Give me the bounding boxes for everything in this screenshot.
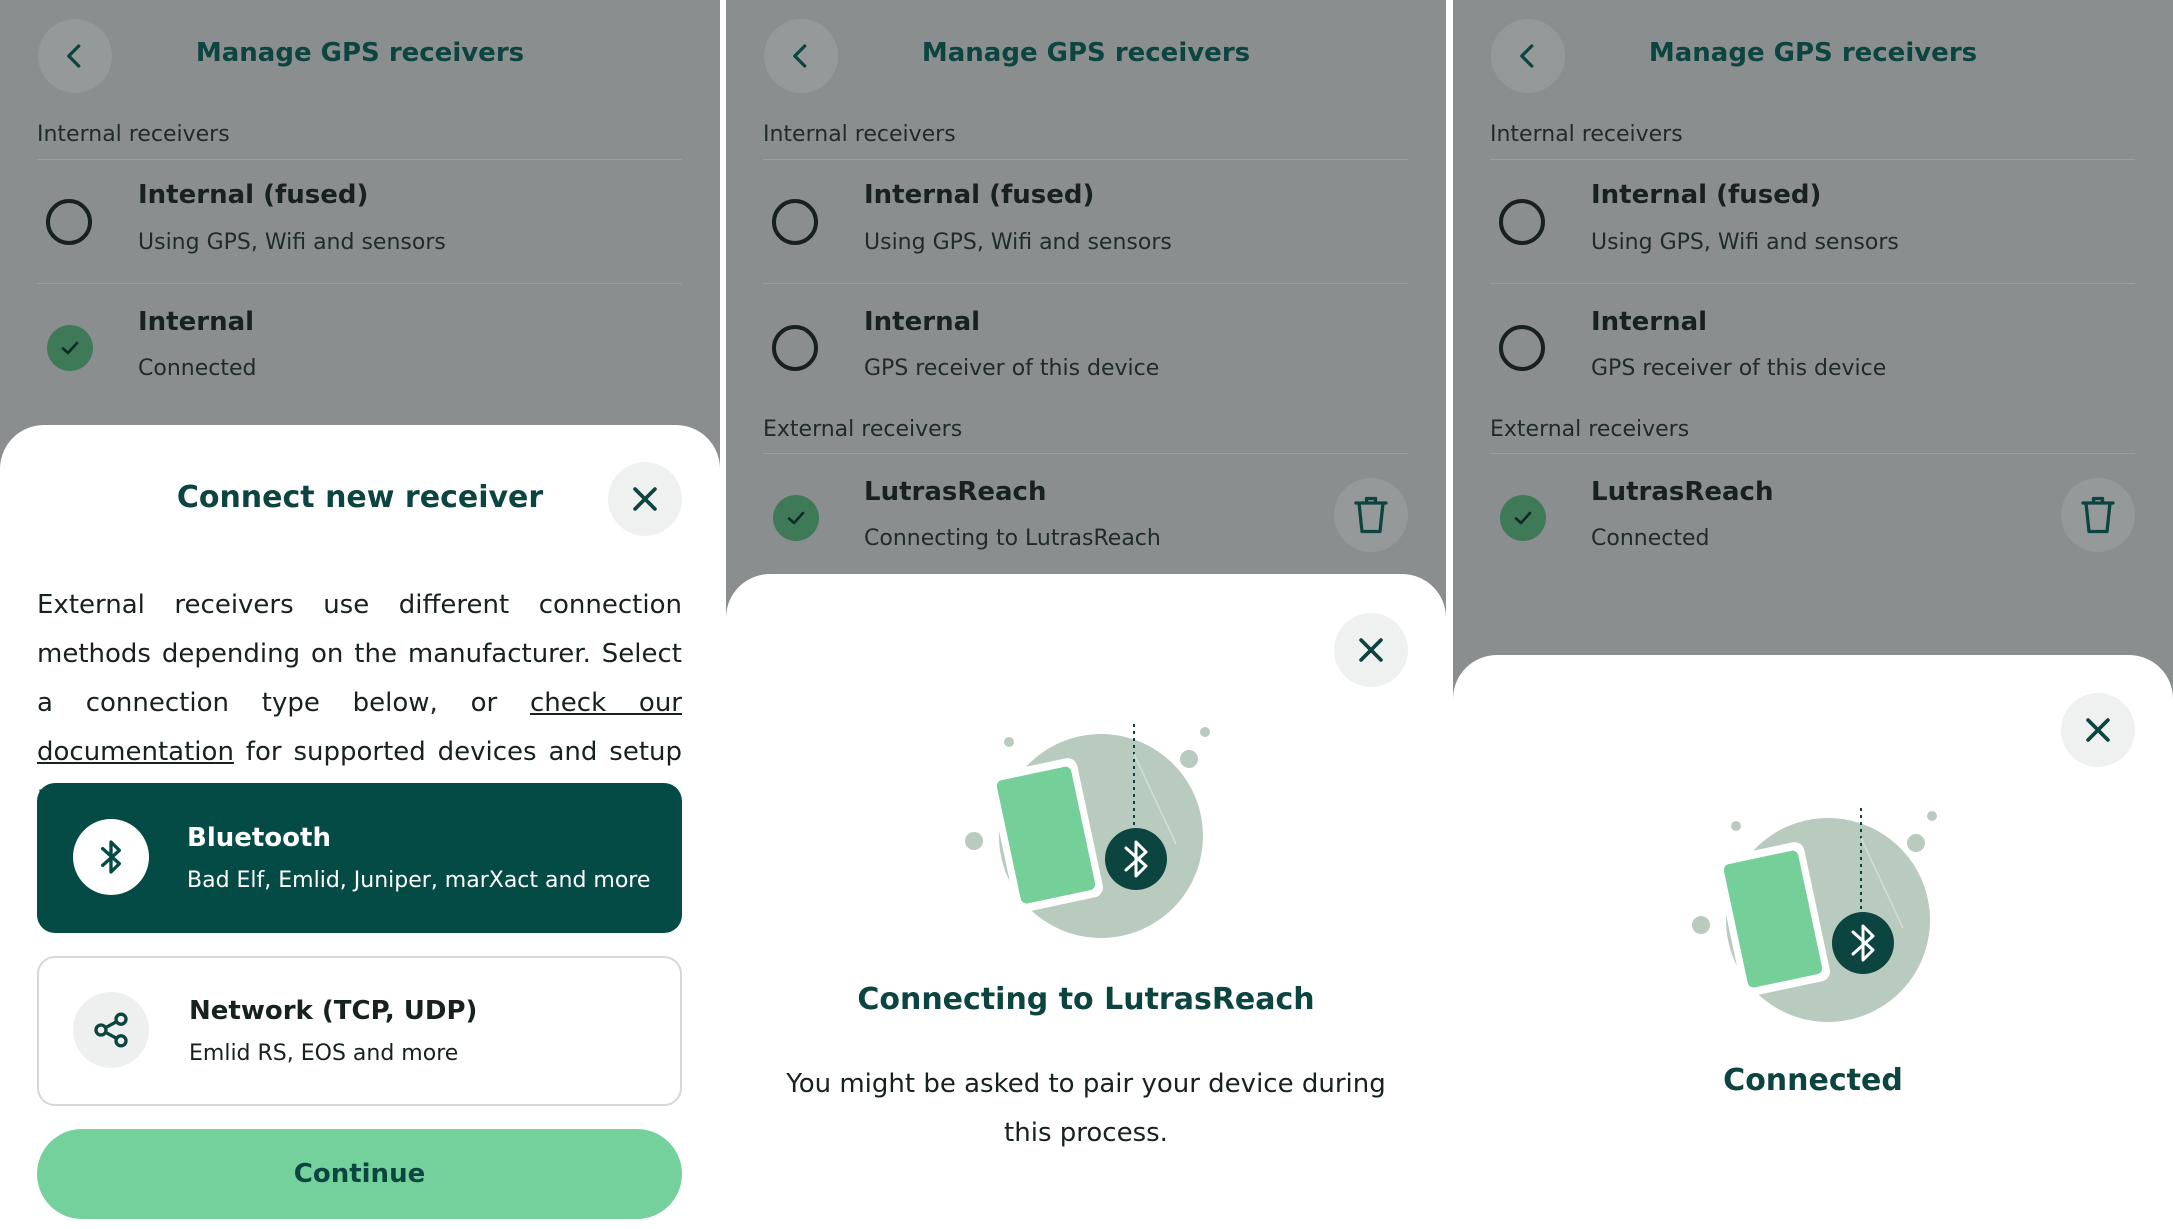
radio-unselected[interactable] [772,199,818,245]
divider [1490,453,2135,454]
receiver-title: Internal [1591,307,1708,337]
share-network-icon [73,992,149,1068]
radio-unselected[interactable] [46,199,92,245]
illustration-dot [1731,821,1741,831]
panel-connected: Manage GPS receivers Internal receivers … [1453,0,2173,1229]
divider [1490,283,2135,284]
receiver-title: Internal (fused) [138,180,369,210]
close-icon [2086,718,2110,742]
receiver-subtitle: Using GPS, Wifi and sensors [864,230,1172,255]
receiver-subtitle: Connecting to LutrasReach [864,526,1161,551]
receiver-subtitle: Connected [1591,526,1710,551]
receiver-row-internal-fused[interactable]: Internal (fused) Using GPS, Wifi and sen… [1453,160,2173,280]
delete-receiver-button[interactable] [1334,478,1408,552]
page-title: Manage GPS receivers [921,38,1251,68]
external-receivers-label: External receivers [763,417,963,442]
trash-icon [2081,496,2115,534]
option-subtitle: Bad Elf, Emlid, Juniper, marXact and mor… [187,868,651,893]
receiver-title: LutrasReach [864,477,1047,507]
receiver-subtitle: Using GPS, Wifi and sensors [1591,230,1899,255]
option-network[interactable]: Network (TCP, UDP) Emlid RS, EOS and mor… [37,956,682,1106]
close-icon [1359,638,1383,662]
screens-stage: Manage GPS receivers Internal receivers … [0,0,2173,1229]
receiver-row-internal[interactable]: Internal GPS receiver of this device [726,285,1446,405]
check-icon[interactable] [1500,495,1546,541]
receiver-title: Internal (fused) [1591,180,1822,210]
trash-icon [1354,496,1388,534]
option-title: Bluetooth [187,823,331,853]
sheet-title: Connecting to LutrasReach [857,982,1315,1017]
receiver-row-internal-fused[interactable]: Internal (fused) Using GPS, Wifi and sen… [726,160,1446,280]
receiver-subtitle: GPS receiver of this device [1591,356,1887,381]
bluetooth-icon [73,819,149,895]
close-button[interactable] [608,462,682,536]
option-subtitle: Emlid RS, EOS and more [189,1041,459,1066]
receiver-subtitle: Connected [138,356,257,381]
page-title: Manage GPS receivers [195,38,525,68]
radio-unselected[interactable] [772,325,818,371]
close-button[interactable] [1334,613,1408,687]
internal-receivers-label: Internal receivers [763,122,956,147]
illustration-dot [1927,811,1937,821]
sheet-body-text: You might be asked to pair your device d… [786,1069,1386,1148]
receiver-title: Internal [138,307,255,337]
continue-button[interactable]: Continue [37,1129,682,1219]
illustration-dot [1180,750,1198,768]
delete-receiver-button[interactable] [2061,478,2135,552]
receiver-row-internal[interactable]: Internal Connected [0,285,720,405]
option-bluetooth[interactable]: Bluetooth Bad Elf, Emlid, Juniper, marXa… [37,783,682,933]
receiver-row-lutrasreach[interactable]: LutrasReach Connected [1453,455,2173,575]
sheet-title: Connected [1723,1063,1903,1098]
divider [763,283,1408,284]
divider [763,453,1408,454]
connect-new-receiver-sheet: Connect new receiver External receivers … [0,425,720,1229]
divider [37,283,682,284]
page-title: Manage GPS receivers [1648,38,1978,68]
bluetooth-connected-illustration [1692,808,1937,1022]
close-icon [633,487,657,511]
illustration-dot [1200,727,1210,737]
radio-unselected[interactable] [1499,199,1545,245]
illustration-dot [1004,737,1014,747]
panel-connect-new-receiver: Manage GPS receivers Internal receivers … [0,0,720,1229]
receiver-title: Internal (fused) [864,180,1095,210]
check-icon[interactable] [773,495,819,541]
receiver-row-lutrasreach[interactable]: LutrasReach Connecting to LutrasReach [726,455,1446,575]
bluetooth-connecting-illustration [965,724,1210,938]
check-icon[interactable] [47,325,93,371]
receiver-title: LutrasReach [1591,477,1774,507]
radio-unselected[interactable] [1499,325,1545,371]
connecting-sheet: Connecting to LutrasReach You might be a… [726,574,1446,1229]
option-title: Network (TCP, UDP) [189,996,478,1026]
close-button[interactable] [2061,693,2135,767]
illustration-dot [1907,834,1925,852]
illustration-dot [1692,916,1710,934]
receiver-row-internal-fused[interactable]: Internal (fused) Using GPS, Wifi and sen… [0,160,720,280]
panel-connecting: Manage GPS receivers Internal receivers … [726,0,1446,1229]
receiver-title: Internal [864,307,981,337]
receiver-subtitle: Using GPS, Wifi and sensors [138,230,446,255]
receiver-row-internal[interactable]: Internal GPS receiver of this device [1453,285,2173,405]
external-receivers-label: External receivers [1490,417,1690,442]
illustration-dot [965,832,983,850]
connected-sheet: Connected [1453,655,2173,1229]
receiver-subtitle: GPS receiver of this device [864,356,1160,381]
internal-receivers-label: Internal receivers [1490,122,1683,147]
internal-receivers-label: Internal receivers [37,122,230,147]
